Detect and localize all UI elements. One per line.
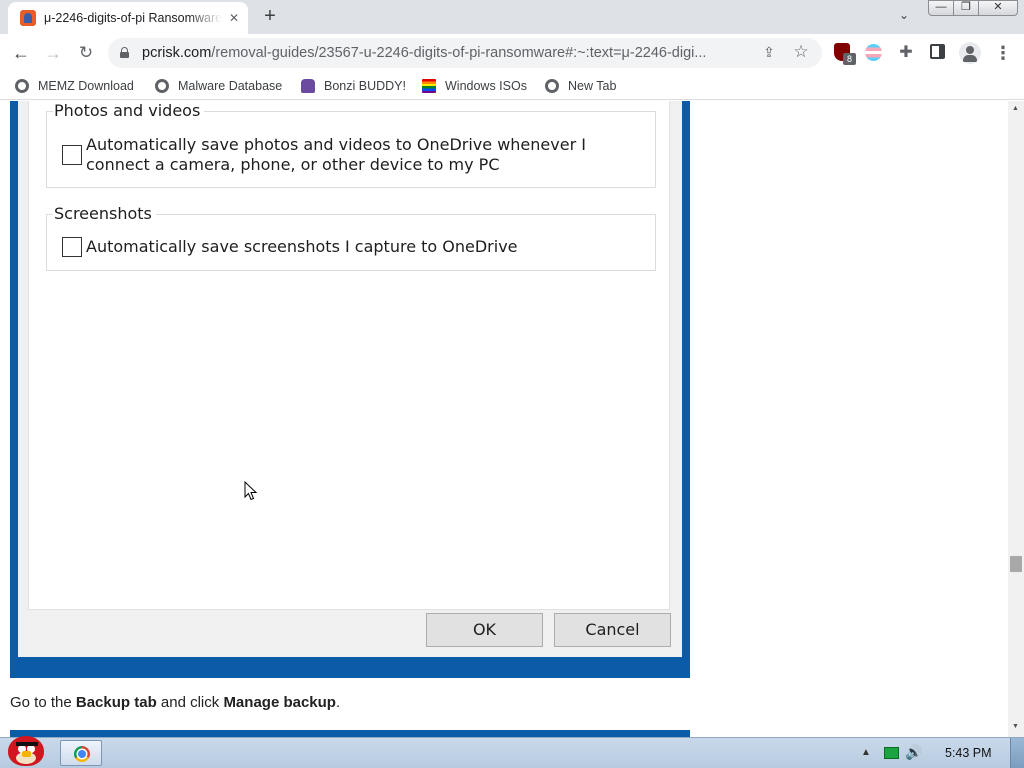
forward-button[interactable]: → — [41, 41, 65, 65]
url-text[interactable]: pcrisk.com/removal-guides/23567-u-2246-d… — [142, 45, 752, 61]
onedrive-settings-screenshot: Photos and videos Automatically save pho… — [10, 101, 690, 678]
screenshots-autosave-checkbox[interactable] — [62, 237, 82, 257]
instruction-bold-manage-backup: Manage backup — [223, 694, 336, 711]
globe-icon — [545, 79, 559, 93]
instruction-part: . — [335, 694, 341, 711]
tray-expand-icon[interactable]: ▲ — [861, 747, 871, 758]
lock-icon[interactable] — [120, 47, 129, 58]
scroll-up-icon[interactable]: ▲ — [1012, 105, 1019, 112]
url-host: pcrisk.com — [142, 45, 212, 61]
volume-icon[interactable]: 🔊 — [905, 744, 922, 761]
angry-bird-start-icon — [8, 736, 44, 766]
taskbar-chrome-button[interactable] — [60, 740, 102, 766]
next-screenshot-image — [10, 730, 690, 737]
window-close-button[interactable]: ✕ — [978, 0, 1018, 16]
tab-search-chevron-icon[interactable]: ⌄ — [894, 8, 914, 26]
network-icon[interactable] — [884, 747, 899, 759]
new-tab-button[interactable]: + — [258, 5, 282, 29]
extensions-puzzle-icon[interactable]: ✚ — [896, 42, 916, 62]
bookmarks-bar: MEMZ Download Malware Database Bonzi BUD… — [0, 72, 1024, 100]
tab-strip: μ-2246-digits-of-pi Ransomware ✕ + ⌄ — ❐… — [0, 0, 1024, 34]
ok-button[interactable]: OK — [426, 613, 543, 647]
bookmark-star-icon[interactable]: ☆ — [792, 42, 810, 62]
address-bar[interactable]: pcrisk.com/removal-guides/23567-u-2246-d… — [108, 38, 822, 68]
scroll-thumb[interactable] — [1010, 556, 1022, 572]
pcrisk-favicon-icon — [20, 10, 36, 26]
page-scrollbar[interactable]: ▲ ▼ — [1008, 101, 1024, 737]
tab-title-fade — [188, 6, 222, 30]
globe-icon — [155, 79, 169, 93]
instruction-text: Go to the Backup tab and click Manage ba… — [10, 694, 340, 711]
rainbow-flag-icon — [422, 79, 436, 93]
chrome-icon — [74, 746, 90, 762]
instruction-part: and click — [156, 694, 224, 711]
cancel-button[interactable]: Cancel — [554, 613, 671, 647]
instruction-bold-backup-tab: Backup tab — [75, 694, 157, 711]
dialog-panel: Photos and videos Automatically save pho… — [28, 101, 670, 610]
url-path: /removal-guides/23567-u-2246-digits-of-p… — [211, 45, 707, 61]
window-minimize-button[interactable]: — — [928, 0, 954, 16]
tab-active[interactable]: μ-2246-digits-of-pi Ransomware ✕ — [8, 2, 248, 34]
show-desktop-button[interactable] — [1010, 738, 1024, 768]
browser-toolbar: ← → ↻ pcrisk.com/removal-guides/23567-u-… — [0, 34, 1024, 72]
page-content: Photos and videos Automatically save pho… — [0, 101, 1008, 737]
taskbar-clock[interactable]: 5:43 PM — [945, 746, 992, 760]
start-button[interactable] — [2, 732, 50, 768]
group-title: Photos and videos — [53, 101, 205, 120]
bookmark-label: MEMZ Download — [38, 79, 134, 93]
side-panel-icon[interactable] — [930, 44, 945, 59]
bookmark-label: Bonzi BUDDY! — [324, 79, 406, 93]
trans-flag-extension-icon[interactable] — [865, 44, 882, 61]
scroll-down-icon[interactable]: ▼ — [1012, 723, 1019, 730]
checkbox-label: Automatically save screenshots I capture… — [86, 237, 518, 256]
screenshots-group: Screenshots Automatically save screensho… — [46, 204, 656, 271]
globe-icon — [15, 79, 29, 93]
bookmark-label: Malware Database — [178, 79, 283, 93]
tab-close-icon[interactable]: ✕ — [226, 10, 242, 26]
photos-autosave-checkbox[interactable] — [62, 145, 82, 165]
browser-menu-icon[interactable]: ⋮ — [994, 42, 1012, 64]
mouse-pointer-icon — [244, 481, 258, 501]
back-button[interactable]: ← — [9, 41, 33, 65]
reload-button[interactable]: ↻ — [74, 41, 98, 65]
checkbox-label: Automatically save photos and videos to … — [86, 135, 586, 174]
ublock-badge: 8 — [843, 53, 856, 65]
photos-videos-group: Photos and videos Automatically save pho… — [46, 101, 656, 188]
taskbar: ▲ 🔊 5:43 PM — [0, 736, 1024, 768]
bookmark-label: New Tab — [568, 79, 617, 93]
instruction-part: Go to the — [10, 694, 76, 711]
profile-avatar-icon[interactable] — [959, 42, 981, 64]
share-icon[interactable]: ⇪ — [760, 44, 778, 62]
group-title: Screenshots — [53, 204, 156, 223]
bonzi-icon — [301, 79, 315, 93]
bookmark-label: Windows ISOs — [445, 79, 527, 93]
dialog-body: Photos and videos Automatically save pho… — [18, 101, 682, 657]
window-restore-button[interactable]: ❐ — [953, 0, 979, 16]
